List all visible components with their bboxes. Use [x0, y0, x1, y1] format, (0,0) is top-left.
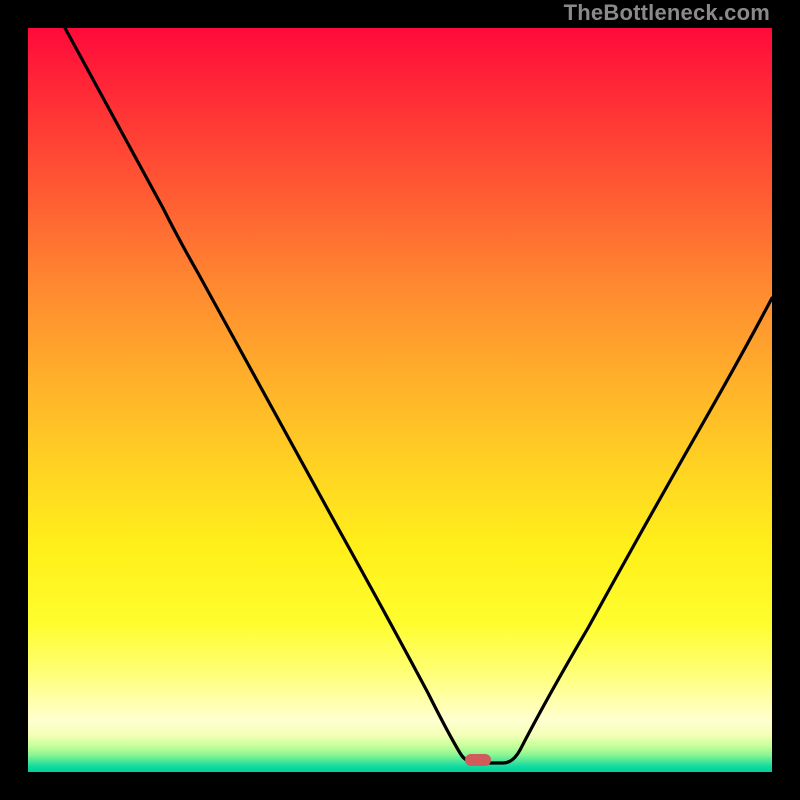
curve-path: [65, 28, 772, 763]
optimal-marker: [465, 754, 491, 766]
chart-frame: TheBottleneck.com: [0, 0, 800, 800]
gradient-plot-area: [28, 28, 772, 772]
watermark-text: TheBottleneck.com: [564, 0, 770, 26]
bottleneck-curve: [28, 28, 772, 772]
